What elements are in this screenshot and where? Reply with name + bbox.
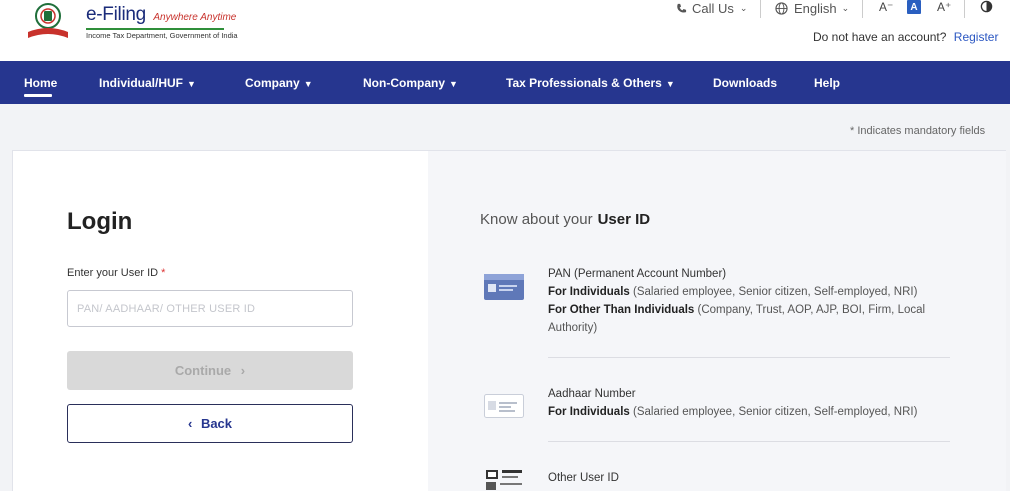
register-link[interactable]: Register [954,30,999,44]
site-header: e-Filing Anywhere Anytime Income Tax Dep… [0,0,1010,61]
phone-icon [676,3,687,14]
font-normal-button[interactable]: A [907,0,921,14]
nav-downloads[interactable]: Downloads [713,76,777,90]
nav-non-company[interactable]: Non-Company ▼ [363,76,458,90]
back-button[interactable]: ‹ Back [67,404,353,443]
required-mark: * [161,267,166,279]
aadhaar-individuals-line: For Individuals (Salaried employee, Seni… [548,403,948,421]
contrast-icon [980,0,993,16]
emblem-logo[interactable] [24,2,82,42]
globe-icon [775,2,788,15]
chevron-down-icon: ▼ [303,79,313,89]
divider [548,441,950,442]
pan-card-icon [484,274,524,305]
user-id-input[interactable] [67,290,353,327]
language-label: English [794,1,837,16]
nav-downloads-label: Downloads [713,76,778,90]
font-increase-button[interactable]: A⁺ [937,0,951,14]
chevron-down-icon: ⌄ [841,3,850,13]
nav-company[interactable]: Company ▼ [245,76,313,90]
aadhaar-card-icon [484,394,524,423]
call-us-label: Call Us [692,1,734,16]
user-id-label: Enter your User ID * [67,267,165,279]
pan-title: PAN (Permanent Account Number) [548,268,727,280]
chevron-right-icon: › [240,363,246,378]
other-user-id-icon [484,468,524,491]
brand-title: e-Filing [86,4,146,25]
pan-individuals-line: For Individuals (Salaried employee, Seni… [548,283,948,301]
contrast-toggle[interactable] [980,0,993,16]
language-selector[interactable]: English ⌄ [775,0,849,17]
nav-individual-huf-label: Individual/HUF [99,76,183,90]
pan-others-bold: For Other Than Individuals [548,304,695,316]
brand-subtitle: Income Tax Department, Government of Ind… [86,31,238,40]
nav-company-label: Company [245,76,300,90]
other-user-id-title: Other User ID [548,472,619,484]
back-label: Back [200,416,233,431]
call-us-menu[interactable]: Call Us ⌄ [676,0,747,17]
brand-tagline: Anywhere Anytime [153,12,237,23]
nav-active-indicator [24,94,52,97]
nav-tax-professionals-label: Tax Professionals & Others [506,76,662,90]
main-nav: Home Individual/HUF ▼ Company ▼ Non-Compan… [0,61,1010,104]
chevron-down-icon: ▼ [449,79,458,89]
nav-non-company-label: Non-Company [363,76,445,90]
pan-info: PAN (Permanent Account Number) For Indiv… [548,265,948,337]
continue-label: Continue [174,363,232,378]
brand-underline [86,28,224,30]
login-title: Login [67,208,133,235]
nav-help[interactable]: Help [814,76,840,90]
chevron-down-icon: ▼ [187,79,196,89]
aadhaar-info: Aadhaar Number For Individuals (Salaried… [548,385,948,421]
know-user-id-title: Know about your User ID [480,211,650,228]
pan-individuals-text: (Salaried employee, Senior citizen, Self… [633,286,918,298]
aadhaar-title: Aadhaar Number [548,388,636,400]
pan-others-line: For Other Than Individuals (Company, Tru… [548,301,948,337]
know-title-prefix: Know about your [480,211,593,228]
know-title-bold: User ID [597,211,651,228]
divider [548,357,950,358]
font-decrease-button[interactable]: A⁻ [879,0,893,14]
header-divider [760,0,761,18]
pan-individuals-bold: For Individuals [548,286,630,298]
other-user-id-info: Other User ID [548,469,948,487]
nav-individual-huf[interactable]: Individual/HUF ▼ [99,76,196,90]
aadhaar-individuals-bold: For Individuals [548,406,630,418]
header-divider [862,0,863,18]
account-prompt: Do not have an account? Register [813,30,998,44]
user-id-label-text: Enter your User ID [67,267,159,279]
chevron-down-icon: ▼ [665,79,675,89]
aadhaar-individuals-text: (Salaried employee, Senior citizen, Self… [633,406,918,418]
nav-home[interactable]: Home [24,76,57,90]
nav-help-label: Help [814,76,841,90]
no-account-text: Do not have an account? [813,30,947,44]
mandatory-note: * Indicates mandatory fields [850,125,986,137]
brand[interactable]: e-Filing Anywhere Anytime Income Tax Dep… [86,4,238,40]
continue-button[interactable]: Continue › [67,351,353,390]
chevron-down-icon: ⌄ [739,3,748,13]
header-divider [964,0,965,18]
nav-tax-professionals[interactable]: Tax Professionals & Others ▼ [506,76,675,90]
chevron-left-icon: ‹ [187,416,193,431]
nav-home-label: Home [24,76,58,90]
